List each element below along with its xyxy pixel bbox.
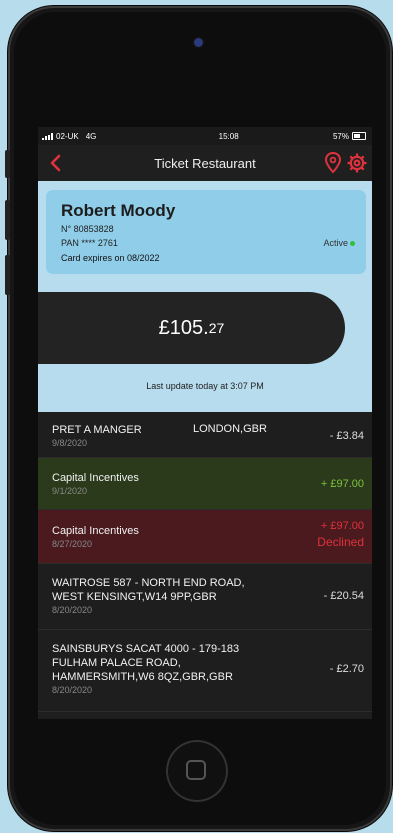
card-holder-name: Robert Moody bbox=[61, 201, 176, 220]
transaction-date: 8/20/2020 bbox=[52, 685, 93, 695]
transaction-date: 9/8/2020 bbox=[52, 438, 88, 448]
card-status-label: Active bbox=[323, 238, 348, 248]
chevron-left-icon[interactable] bbox=[46, 153, 66, 173]
transaction-amount: + £97.00 bbox=[320, 520, 364, 532]
card-pan: PAN **** 2761 bbox=[61, 238, 118, 248]
transaction-merchant-line1: SAINSBURYS SACAT 4000 - 179-183 bbox=[52, 643, 240, 655]
transaction-merchant-line3: HAMMERSMITH,W6 8QZ,GBR,GBR bbox=[52, 671, 233, 683]
transaction-row[interactable]: WAITROSE 587 - NORTH END ROAD, WEST KENS… bbox=[38, 564, 372, 630]
app-screen: 02-UK 4G 15:08 57% Ticket Restaurant Rob… bbox=[38, 127, 372, 719]
balance-amount: £105. 27 bbox=[38, 292, 345, 364]
front-camera bbox=[194, 38, 203, 47]
network-label: 4G bbox=[85, 131, 97, 141]
gear-icon[interactable] bbox=[346, 152, 368, 174]
transaction-amount: - £2.70 bbox=[329, 663, 364, 675]
transaction-merchant-line2: WEST KENSINGT,W14 9PP,GBR bbox=[52, 591, 217, 603]
signal-icon bbox=[42, 132, 53, 140]
transaction-merchant-line2: FULHAM PALACE ROAD, bbox=[52, 657, 181, 669]
balance-section: £105. 27 Last update today at 3:07 PM bbox=[38, 292, 372, 412]
transaction-merchant: PRET A MANGER bbox=[52, 424, 142, 436]
transaction-date: 8/27/2020 bbox=[52, 539, 93, 549]
last-update-label: Last update today at 3:07 PM bbox=[146, 381, 264, 391]
nav-bar: Ticket Restaurant bbox=[38, 145, 372, 181]
transaction-row[interactable]: PRET A MANGER LONDON,GBR 9/8/2020 - £3.8… bbox=[38, 412, 372, 458]
transaction-amount: - £3.84 bbox=[329, 430, 364, 442]
status-bar: 02-UK 4G 15:08 57% bbox=[38, 127, 372, 145]
map-pin-icon[interactable] bbox=[324, 152, 342, 174]
transaction-merchant: Capital Incentives bbox=[52, 472, 139, 484]
status-dot-icon bbox=[350, 241, 355, 246]
home-button-icon[interactable] bbox=[166, 740, 228, 802]
meal-card[interactable]: Robert Moody N° 80853828 PAN **** 2761 C… bbox=[46, 190, 366, 274]
volume-up-button bbox=[5, 200, 10, 240]
transaction-row[interactable]: SAINSBURYS SACAT 4000 - 179-183 FULHAM P… bbox=[38, 630, 372, 712]
battery-icon bbox=[352, 132, 366, 140]
battery-percent: 57% bbox=[332, 131, 349, 141]
mute-switch bbox=[5, 150, 10, 178]
balance-main: £105. bbox=[158, 316, 209, 339]
card-number: N° 80853828 bbox=[61, 224, 114, 234]
home-square-icon bbox=[186, 760, 206, 780]
transaction-status: Declined bbox=[317, 535, 364, 549]
card-section: Robert Moody N° 80853828 PAN **** 2761 C… bbox=[38, 181, 372, 293]
carrier-label: 02-UK bbox=[56, 131, 79, 141]
transaction-row[interactable]: Capital Incentives 8/27/2020 + £97.00 De… bbox=[38, 510, 372, 564]
transaction-merchant-line1: WAITROSE 587 - NORTH END ROAD, bbox=[52, 577, 245, 589]
transaction-date: 8/20/2020 bbox=[52, 605, 93, 615]
transaction-row[interactable]: Capital Incentives 9/1/2020 + £97.00 bbox=[38, 458, 372, 510]
page-title: Ticket Restaurant bbox=[154, 155, 256, 171]
transaction-list: PRET A MANGER LONDON,GBR 9/8/2020 - £3.8… bbox=[38, 412, 372, 712]
volume-down-button bbox=[5, 255, 10, 295]
transaction-amount: - £20.54 bbox=[323, 590, 364, 602]
transaction-date: 9/1/2020 bbox=[52, 486, 88, 496]
transaction-merchant: Capital Incentives bbox=[52, 525, 139, 537]
transaction-location: LONDON,GBR bbox=[193, 423, 267, 435]
clock: 15:08 bbox=[218, 131, 239, 141]
transaction-amount: + £97.00 bbox=[320, 478, 364, 490]
card-expiry: Card expires on 08/2022 bbox=[61, 253, 160, 263]
balance-decimals: 27 bbox=[208, 320, 225, 336]
